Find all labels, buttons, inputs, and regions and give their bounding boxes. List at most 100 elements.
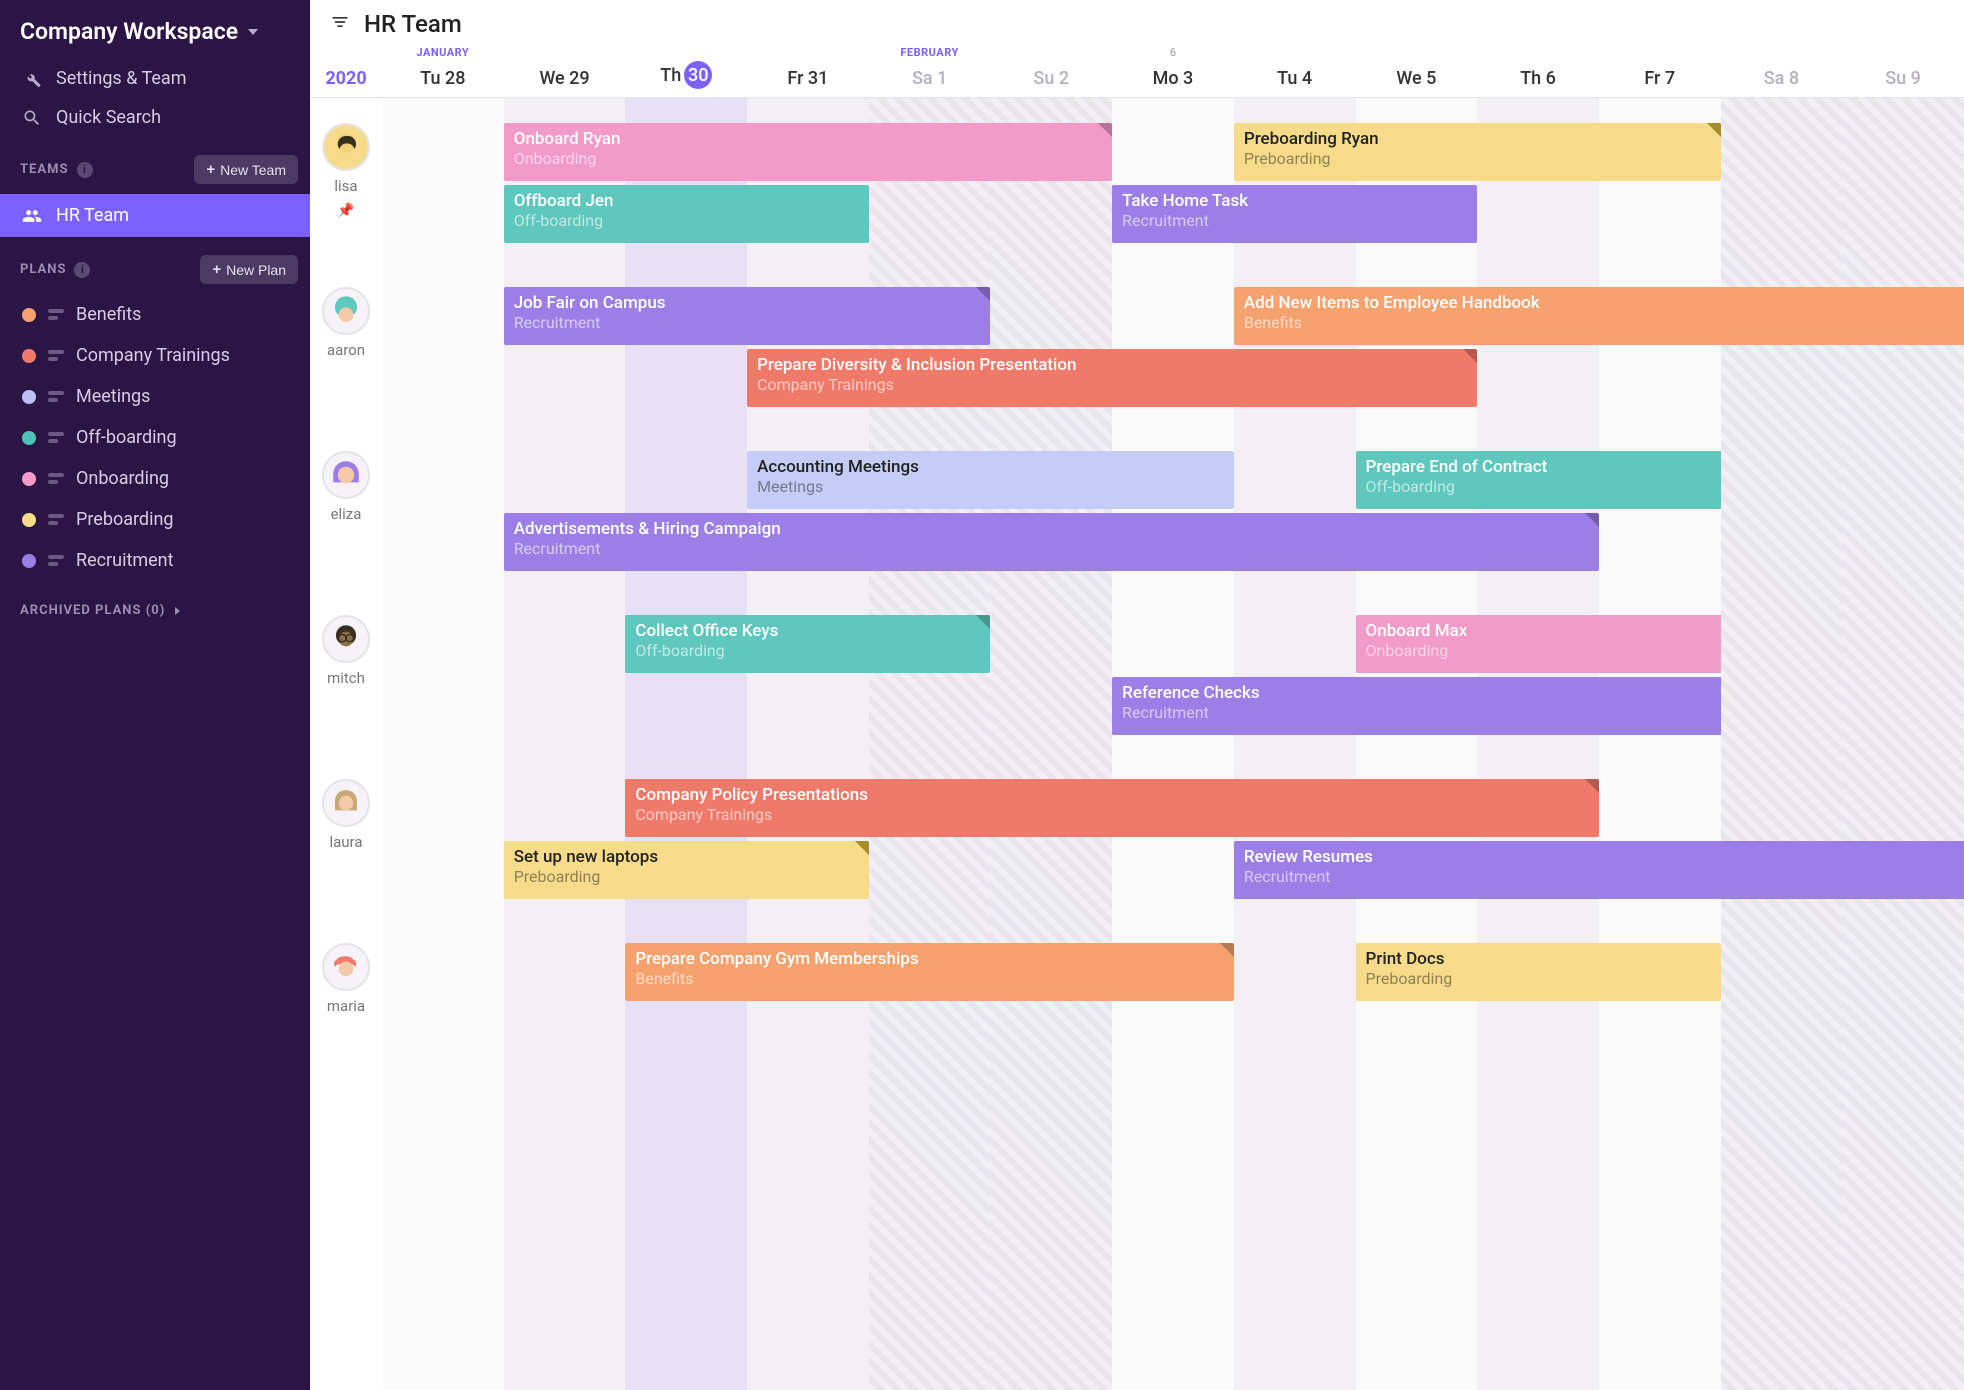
- task-lane[interactable]: Onboard RyanOnboarding Preboarding RyanPr…: [382, 123, 1964, 247]
- day-label: We 29: [539, 68, 589, 89]
- task-category: Recruitment: [514, 539, 1589, 558]
- task-title: Onboard Max: [1366, 621, 1711, 641]
- plan-bars-icon: [48, 432, 64, 443]
- task-bar[interactable]: Prepare Company Gym MembershipsBenefits: [625, 943, 1233, 1001]
- year-label[interactable]: 2020: [310, 42, 382, 97]
- task-title: Prepare Diversity & Inclusion Presentati…: [757, 355, 1467, 375]
- info-icon[interactable]: i: [77, 162, 93, 178]
- task-lane[interactable]: Company Policy PresentationsCompany Trai…: [382, 779, 1964, 903]
- avatar[interactable]: [322, 451, 370, 499]
- plan-item[interactable]: Onboarding: [0, 458, 310, 499]
- week-number: 6: [1170, 46, 1176, 59]
- task-title: Preboarding Ryan: [1244, 129, 1711, 149]
- avatar[interactable]: [322, 615, 370, 663]
- new-team-button[interactable]: +New Team: [194, 155, 298, 184]
- day-column-header[interactable]: JANUARYTu 28: [382, 42, 504, 97]
- person-name: laura: [329, 833, 362, 851]
- day-column-header[interactable]: We 5: [1356, 42, 1478, 97]
- person-name: maria: [327, 997, 365, 1015]
- task-lane[interactable]: Job Fair on CampusRecruitment Add New Ite…: [382, 287, 1964, 411]
- person-cell[interactable]: laura: [310, 779, 382, 903]
- timeline-body[interactable]: lisa📌 Onboard RyanOnboarding Preboarding R…: [310, 98, 1964, 1390]
- day-column-header[interactable]: We 29: [504, 42, 626, 97]
- day-column-header[interactable]: Tu 4: [1234, 42, 1356, 97]
- team-item[interactable]: HR Team: [0, 194, 310, 237]
- plan-item[interactable]: Recruitment: [0, 540, 310, 581]
- task-title: Offboard Jen: [514, 191, 859, 211]
- plus-icon: +: [206, 161, 215, 178]
- task-bar[interactable]: Print DocsPreboarding: [1356, 943, 1721, 1001]
- task-bar[interactable]: Collect Office KeysOff-boarding: [625, 615, 990, 673]
- plan-name: Recruitment: [76, 550, 174, 571]
- task-bar[interactable]: Prepare Diversity & Inclusion Presentati…: [747, 349, 1477, 407]
- task-bar[interactable]: Onboard RyanOnboarding: [504, 123, 1112, 181]
- task-corner-icon: [855, 841, 869, 855]
- avatar[interactable]: [322, 779, 370, 827]
- archived-plans-toggle[interactable]: ARCHIVED PLANS (0): [0, 581, 310, 640]
- plan-item[interactable]: Preboarding: [0, 499, 310, 540]
- task-bar[interactable]: Advertisements & Hiring CampaignRecruitm…: [504, 513, 1599, 571]
- task-category: Onboarding: [514, 149, 1102, 168]
- day-column-header[interactable]: FEBRUARYSa 1: [869, 42, 991, 97]
- task-bar[interactable]: Prepare End of ContractOff-boarding: [1356, 451, 1721, 509]
- day-column-header[interactable]: Sa 8: [1721, 42, 1843, 97]
- task-bar[interactable]: Company Policy PresentationsCompany Trai…: [625, 779, 1599, 837]
- day-column-header[interactable]: Fr 7: [1599, 42, 1721, 97]
- task-bar[interactable]: Add New Items to Employee HandbookBenefi…: [1234, 287, 1964, 345]
- day-column-header[interactable]: Su 9: [1842, 42, 1964, 97]
- new-plan-button[interactable]: +New Plan: [200, 255, 298, 284]
- plan-item[interactable]: Meetings: [0, 376, 310, 417]
- plan-item[interactable]: Company Trainings: [0, 335, 310, 376]
- person-cell[interactable]: aaron: [310, 287, 382, 411]
- person-cell[interactable]: maria: [310, 943, 382, 1015]
- day-column-header[interactable]: Th 30: [625, 42, 747, 97]
- plan-item[interactable]: Off-boarding: [0, 417, 310, 458]
- pin-icon[interactable]: 📌: [337, 203, 354, 219]
- avatar[interactable]: [322, 943, 370, 991]
- task-lane[interactable]: Accounting MeetingsMeetings Prepare End o…: [382, 451, 1964, 575]
- workspace-selector[interactable]: Company Workspace: [0, 10, 310, 59]
- day-column-header[interactable]: 6Mo 3: [1112, 42, 1234, 97]
- day-column-header[interactable]: Th 6: [1477, 42, 1599, 97]
- today-badge: 30: [684, 61, 712, 89]
- task-bar[interactable]: Take Home TaskRecruitment: [1112, 185, 1477, 243]
- task-bar[interactable]: Accounting MeetingsMeetings: [747, 451, 1234, 509]
- person-cell[interactable]: eliza: [310, 451, 382, 575]
- person-row: lisa📌 Onboard RyanOnboarding Preboarding R…: [310, 98, 1964, 262]
- settings-team-link[interactable]: Settings & Team: [0, 59, 310, 98]
- person-cell[interactable]: lisa📌: [310, 123, 382, 247]
- task-lane[interactable]: Collect Office KeysOff-boarding Onboard M…: [382, 615, 1964, 739]
- filter-icon[interactable]: [330, 12, 350, 36]
- task-bar[interactable]: Preboarding RyanPreboarding: [1234, 123, 1721, 181]
- person-cell[interactable]: mitch: [310, 615, 382, 739]
- plan-name: Preboarding: [76, 509, 174, 530]
- plan-item[interactable]: Benefits: [0, 294, 310, 335]
- task-bar[interactable]: Offboard JenOff-boarding: [504, 185, 869, 243]
- day-column-header[interactable]: Fr 31: [747, 42, 869, 97]
- plan-name: Off-boarding: [76, 427, 177, 448]
- day-label: Su 2: [1033, 68, 1069, 89]
- task-bar[interactable]: Onboard MaxOnboarding: [1356, 615, 1721, 673]
- task-row: Set up new laptopsPreboarding Review Resu…: [382, 841, 1964, 901]
- task-bar[interactable]: Set up new laptopsPreboarding: [504, 841, 869, 899]
- plan-bars-icon: [48, 350, 64, 361]
- task-bar[interactable]: Reference ChecksRecruitment: [1112, 677, 1720, 735]
- task-lane[interactable]: Prepare Company Gym MembershipsBenefits P…: [382, 943, 1964, 1015]
- avatar[interactable]: [322, 287, 370, 335]
- avatar[interactable]: [322, 123, 370, 171]
- task-bar[interactable]: Job Fair on CampusRecruitment: [504, 287, 991, 345]
- task-row: Reference ChecksRecruitment: [382, 677, 1964, 737]
- plan-name: Onboarding: [76, 468, 169, 489]
- task-category: Company Trainings: [635, 805, 1589, 824]
- day-column-header[interactable]: Su 2: [990, 42, 1112, 97]
- day-label: Sa 8: [1764, 68, 1799, 89]
- plan-bars-icon: [48, 555, 64, 566]
- task-title: Onboard Ryan: [514, 129, 1102, 149]
- plans-section-header: PLANS i +New Plan: [0, 237, 310, 294]
- task-row: Prepare Company Gym MembershipsBenefits P…: [382, 943, 1964, 1003]
- task-bar[interactable]: Review ResumesRecruitment: [1234, 841, 1964, 899]
- quick-search-link[interactable]: Quick Search: [0, 98, 310, 137]
- task-title: Prepare End of Contract: [1366, 457, 1711, 477]
- info-icon[interactable]: i: [74, 262, 90, 278]
- task-category: Preboarding: [1366, 969, 1711, 988]
